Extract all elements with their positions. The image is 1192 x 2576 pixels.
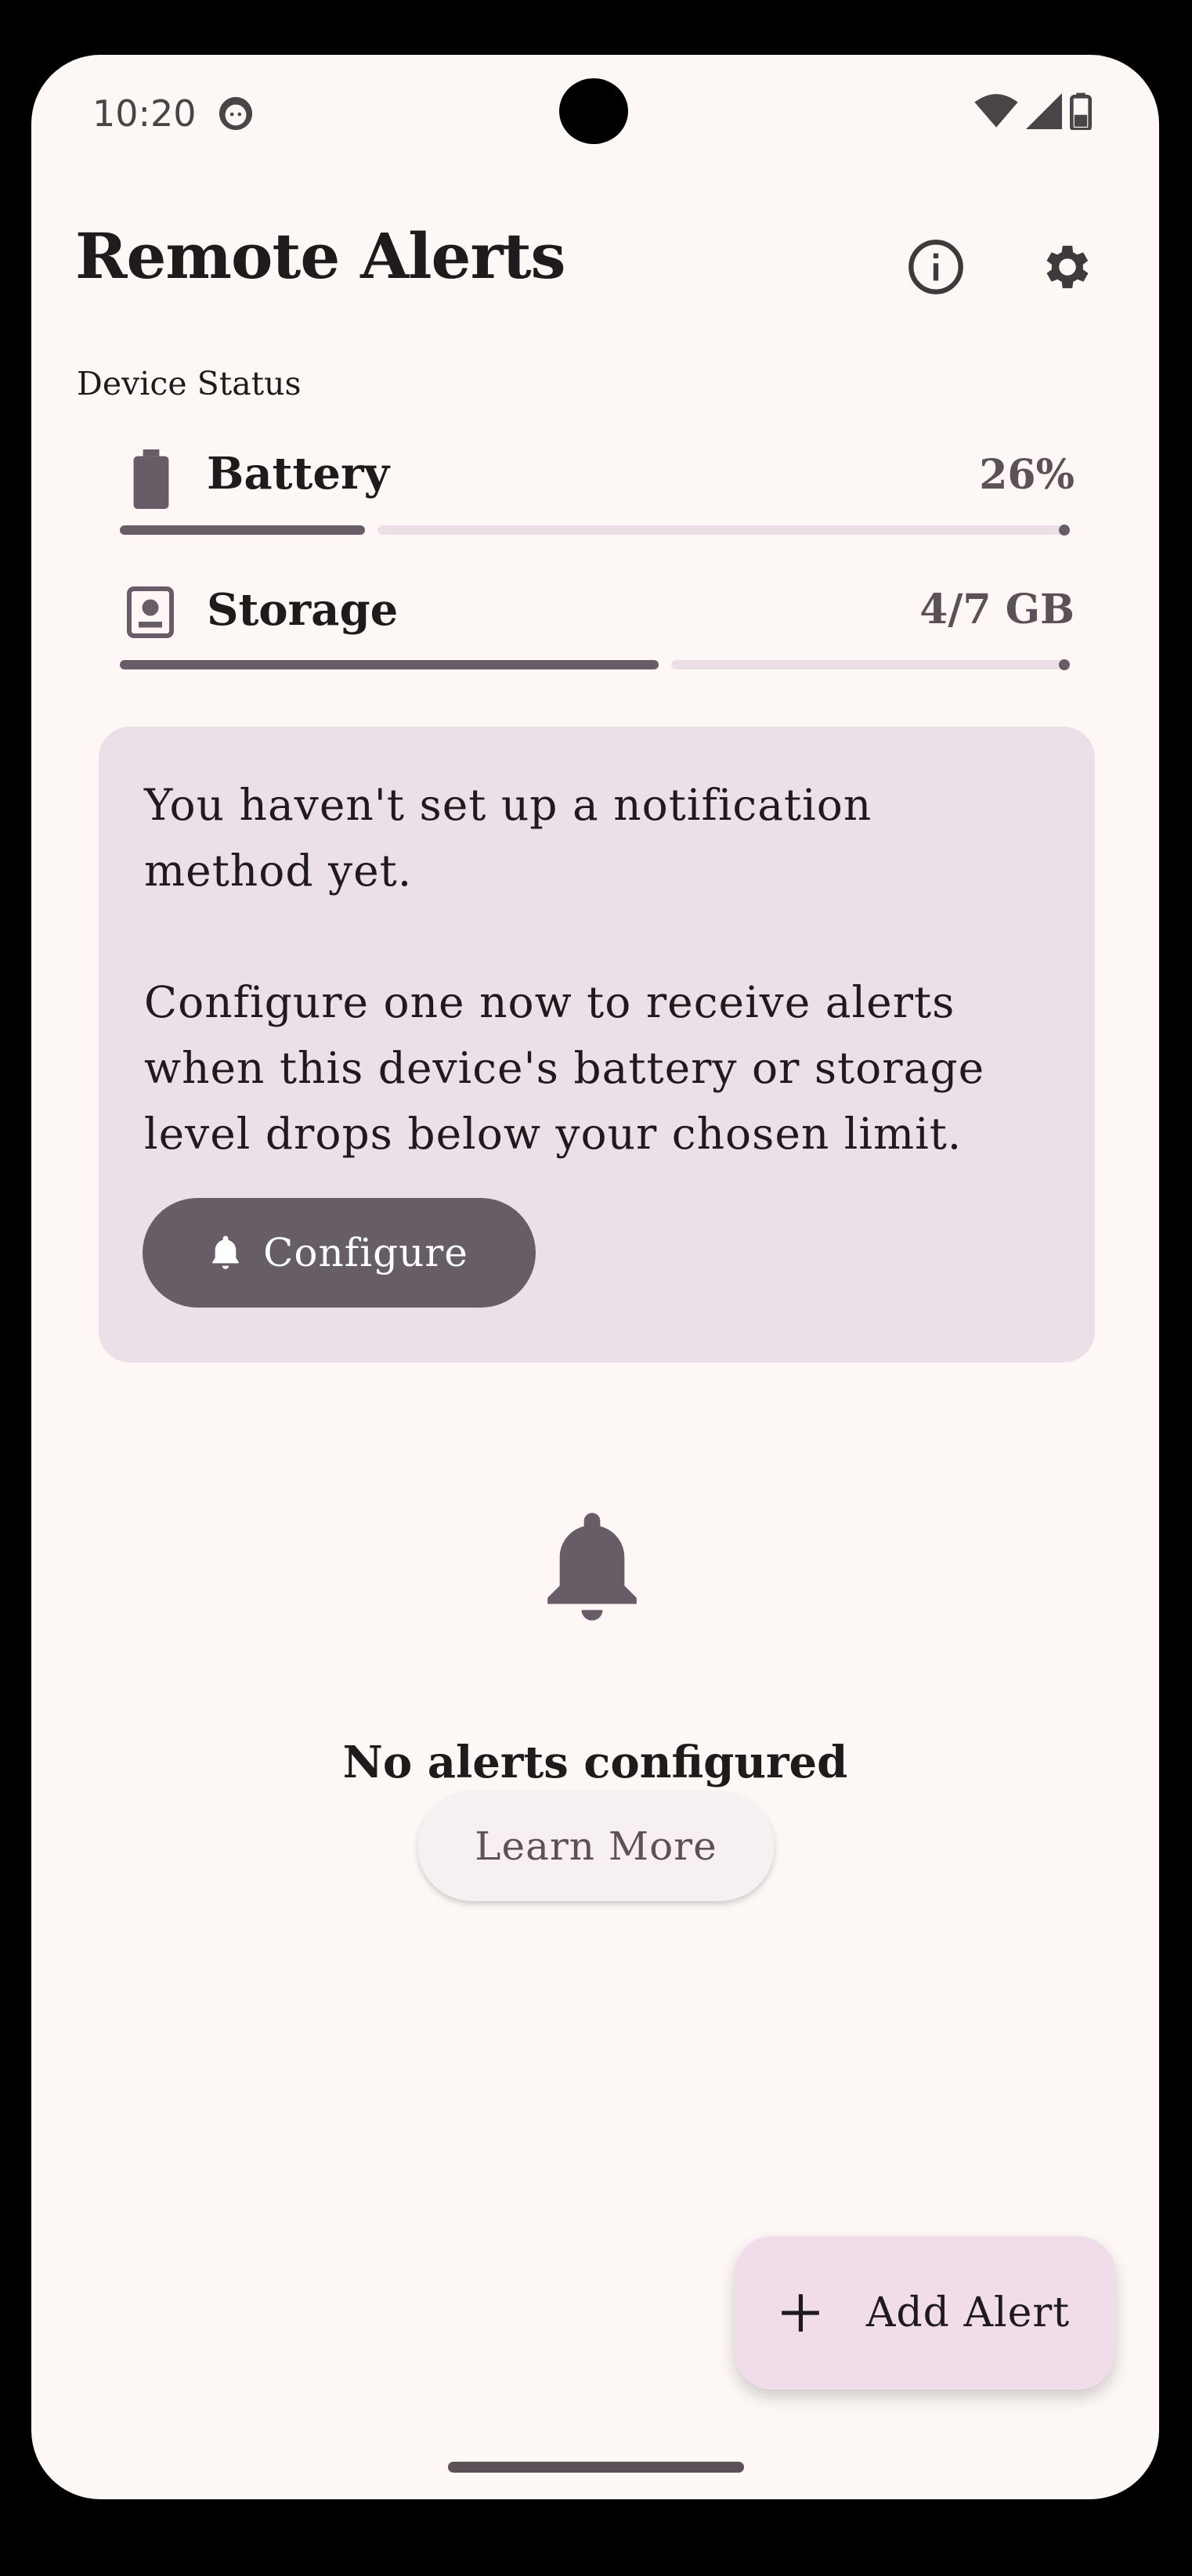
page-title: Remote Alerts	[75, 219, 566, 293]
setup-notification-card: You haven't set up a notification method…	[99, 727, 1095, 1362]
setup-message: You haven't set up a notification method…	[144, 780, 985, 1159]
battery-value: 26%	[979, 451, 1075, 499]
storage-icon	[127, 586, 174, 638]
add-alert-button[interactable]: Add Alert	[735, 2236, 1115, 2390]
app-screen: 10:20 Remote Alerts Device Status Batter…	[31, 55, 1159, 2499]
wifi-icon	[974, 94, 1018, 128]
storage-label: Storage	[207, 584, 399, 636]
empty-state-title: No alerts configured	[342, 1737, 848, 1788]
home-indicator[interactable]	[448, 2462, 744, 2473]
bell-icon	[547, 1513, 637, 1621]
battery-progress-track	[377, 525, 1064, 535]
configure-button[interactable]: Configure	[143, 1198, 536, 1308]
battery-progress-fill	[120, 525, 365, 535]
camera-cutout	[559, 78, 628, 144]
storage-value: 4/7 GB	[919, 586, 1075, 633]
status-icons	[974, 92, 1092, 130]
info-icon	[908, 240, 963, 294]
storage-progress-fill	[120, 660, 659, 669]
battery-label: Battery	[207, 448, 390, 500]
storage-progress-end	[1059, 659, 1070, 670]
info-button[interactable]	[893, 224, 979, 310]
battery-progress-end	[1059, 525, 1070, 536]
battery-status-icon	[1070, 92, 1092, 130]
battery-icon	[133, 449, 169, 509]
notification-icon	[219, 96, 253, 131]
device-status-label: Device Status	[77, 365, 302, 402]
signal-icon	[1026, 93, 1062, 129]
bell-icon	[212, 1236, 239, 1269]
plus-icon	[781, 2294, 819, 2332]
gear-icon	[1046, 245, 1089, 289]
settings-button[interactable]	[1024, 224, 1111, 310]
add-alert-label: Add Alert	[865, 2289, 1071, 2336]
storage-progress-track	[671, 660, 1064, 669]
configure-button-label: Configure	[263, 1230, 468, 1275]
learn-more-button[interactable]: Learn More	[417, 1791, 775, 1901]
status-time: 10:20	[92, 92, 197, 135]
